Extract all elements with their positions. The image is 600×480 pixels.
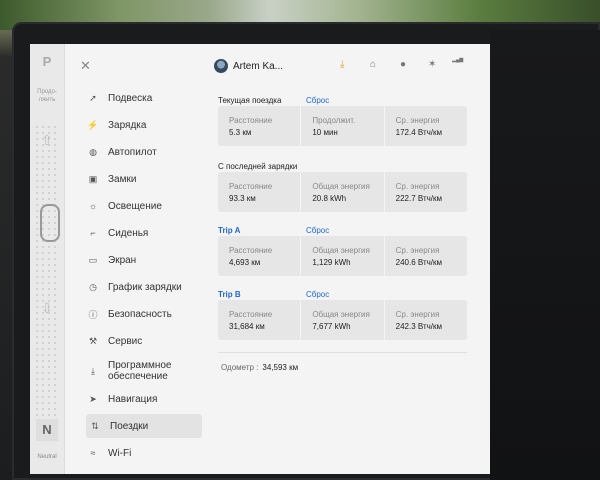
sidebar-item-safety[interactable]: ⓘ Безопасность (84, 302, 200, 326)
sidebar-item-label: Зарядка (108, 119, 147, 131)
trip-a-card: Расстояние 4,693 км Общая энергия 1,129 kW… (218, 236, 467, 276)
gear-up-arrow-icon: ⇧ (41, 132, 53, 148)
odometer-label: Одометр : (221, 363, 259, 372)
sidebar-item-label: Замки (108, 173, 137, 185)
sidebar-item-label: Сервис (108, 335, 143, 347)
sidebar-item-label: Безопасность (108, 308, 172, 320)
sidebar-item-label: Подвеска (108, 92, 153, 104)
sidebar-item-label: Программное обеспечение (108, 360, 172, 382)
sidebar-item-label: График зарядки (108, 281, 182, 293)
download-icon: ⤓ (91, 365, 95, 376)
gear-neutral-button[interactable]: N (36, 419, 58, 441)
sidebar-item-label: Автопилот (108, 146, 157, 158)
sidebar-item-service[interactable]: ⚒ Сервис (84, 329, 200, 353)
sidebar-item-seats[interactable]: ⌐ Сиденья (84, 221, 200, 245)
close-icon[interactable]: ✕ (80, 58, 91, 74)
display-dark-area (490, 30, 600, 480)
sidebar-item-autopilot[interactable]: ◍ Автопилот (84, 140, 200, 164)
trip-stat: Общая энергия 20.8 kWh (301, 172, 385, 212)
trip-stat: Расстояние 4,693 км (218, 236, 302, 276)
clock-icon: ◷ (89, 281, 97, 292)
suspension-icon: ➚ (89, 92, 97, 103)
trip-stat: Ср. энергия 240.6 Втч/км (395, 246, 443, 267)
sun-icon: ☼ (88, 201, 98, 211)
gear-down-arrow-icon: ⇩ (41, 300, 53, 316)
trip-stat: Общая энергия 1,129 kWh (301, 236, 385, 276)
avatar[interactable] (214, 59, 228, 73)
sidebar-item-label: Навигация (108, 393, 158, 405)
odometer: Одометр :34,593 км (221, 363, 298, 372)
lock-icon: ▣ (88, 173, 98, 184)
trip-b-reset-button[interactable]: Сброс (306, 290, 329, 299)
trip-b-title: Trip B (218, 290, 241, 299)
gear-hint-text: Продо-лжить (37, 89, 57, 103)
gear-park[interactable]: P (30, 54, 64, 69)
sidebar-item-charge-schedule[interactable]: ◷ График зарядки (84, 275, 200, 299)
sidebar-item-label: Поездки (110, 420, 149, 432)
charging-bolt-icon: ⚡ (87, 119, 99, 130)
trip-stat: Ср. энергия 242.3 Втч/км (395, 310, 443, 331)
sidebar-item-display[interactable]: ▭ Экран (84, 248, 200, 272)
bluetooth-icon[interactable]: ✶ (428, 59, 436, 70)
bell-icon[interactable]: ● (400, 59, 406, 70)
sidebar-item-lighting[interactable]: ☼ Освещение (84, 194, 200, 218)
home-icon[interactable]: ⌂ (370, 59, 376, 70)
sidebar-item-label: Освещение (108, 200, 162, 212)
current-trip-card: Расстояние 5.3 км Продолжит. 10 мин Ср. эн… (218, 106, 467, 146)
steering-wheel-icon: ◍ (89, 146, 97, 157)
sidebar-item-charging[interactable]: ⚡ Зарядка (84, 113, 200, 137)
trip-a-reset-button[interactable]: Сброс (306, 226, 329, 235)
sidebar-item-navigation[interactable]: ➤ Навигация (84, 387, 200, 411)
sidebar-item-suspension[interactable]: ➚ Подвеска (84, 86, 200, 110)
wifi-icon: ≈ (90, 448, 96, 458)
sidebar-item-software[interactable]: ⤓ Программное обеспечение (84, 356, 200, 386)
trip-stat: Ср. энергия 172.4 Втч/км (395, 116, 443, 137)
profile-name[interactable]: Artem Ka... (233, 61, 283, 72)
download-icon[interactable]: ⤓ (340, 59, 344, 70)
sidebar-item-label: Экран (108, 254, 137, 266)
lte-signal-icon: ▂▄▆ (452, 57, 464, 63)
trip-stat: Расстояние 93.3 км (218, 172, 302, 212)
trip-stat: Расстояние 31,684 км (218, 300, 302, 340)
divider (218, 352, 467, 353)
odometer-value: 34,593 км (262, 363, 299, 372)
screen-icon: ▭ (88, 254, 98, 265)
navigation-arrow-icon: ➤ (89, 393, 97, 404)
trip-stat: Продолжит. 10 мин (301, 106, 385, 146)
sidebar-item-label: Wi-Fi (108, 447, 132, 459)
sidebar-item-trips[interactable]: ⇅ Поездки (86, 414, 202, 438)
current-trip-title: Текущая поездка (218, 96, 282, 105)
touchscreen: P Продо-лжить ⇧ ⇩ N Neutral ✕ Artem Ka..… (30, 44, 490, 474)
sidebar-item-wifi[interactable]: ≈ Wi-Fi (84, 441, 200, 465)
seat-icon: ⌐ (90, 228, 96, 238)
shield-icon: ⓘ (88, 309, 98, 320)
current-trip-reset-button[interactable]: Сброс (306, 96, 329, 105)
trip-stat: Ср. энергия 222.7 Втч/км (395, 182, 443, 203)
trip-stat: Расстояние 5.3 км (218, 106, 302, 146)
gear-drag-track[interactable] (34, 124, 60, 424)
trip-b-card: Расстояние 31,684 км Общая энергия 7,677 k… (218, 300, 467, 340)
car-top-view-icon (40, 204, 60, 242)
wrench-icon: ⚒ (88, 335, 98, 346)
since-charge-title: С последней зарядки (218, 162, 298, 171)
trips-icon: ⇅ (91, 420, 99, 431)
gear-selector[interactable]: P Продо-лжить ⇧ ⇩ N Neutral (30, 44, 65, 474)
since-charge-card: Расстояние 93.3 км Общая энергия 20.8 kWh … (218, 172, 467, 212)
gear-neutral-label: Neutral (37, 454, 57, 460)
trip-stat: Общая энергия 7,677 kWh (301, 300, 385, 340)
sidebar-item-locks[interactable]: ▣ Замки (84, 167, 200, 191)
sidebar-item-label: Сиденья (108, 227, 149, 239)
trip-a-title: Trip A (218, 226, 241, 235)
